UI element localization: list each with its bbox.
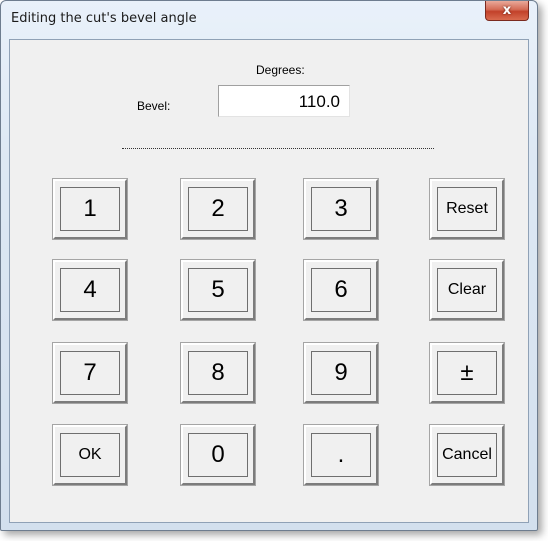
separator xyxy=(122,148,434,149)
ok-button[interactable]: OK xyxy=(52,424,128,486)
key-6-label: 6 xyxy=(311,268,371,312)
plus-minus-label: ± xyxy=(437,351,497,395)
key-1-label: 1 xyxy=(60,187,120,231)
key-7-label: 7 xyxy=(60,351,120,395)
clear-label: Clear xyxy=(437,268,497,312)
key-8-button[interactable]: 8 xyxy=(180,342,256,404)
dialog-window: Editing the cut's bevel angle x Degrees:… xyxy=(0,0,538,531)
key-3-label: 3 xyxy=(311,187,371,231)
key-8-label: 8 xyxy=(188,351,248,395)
cancel-button[interactable]: Cancel xyxy=(429,424,505,486)
key-2-button[interactable]: 2 xyxy=(180,178,256,240)
key-7-button[interactable]: 7 xyxy=(52,342,128,404)
key-0-button[interactable]: 0 xyxy=(180,424,256,486)
unit-label: Degrees: xyxy=(256,63,305,77)
cancel-label: Cancel xyxy=(437,433,497,477)
key-3-button[interactable]: 3 xyxy=(303,178,379,240)
key-9-button[interactable]: 9 xyxy=(303,342,379,404)
bevel-value-field[interactable]: 110.0 xyxy=(218,85,350,117)
key-6-button[interactable]: 6 xyxy=(303,259,379,321)
key-4-button[interactable]: 4 xyxy=(52,259,128,321)
key-4-label: 4 xyxy=(60,268,120,312)
plus-minus-button[interactable]: ± xyxy=(429,342,505,404)
window-title: Editing the cut's bevel angle xyxy=(11,11,197,26)
key-0-label: 0 xyxy=(188,433,248,477)
decimal-point-label: . xyxy=(311,433,371,477)
dialog-client-area: Degrees: Bevel: 110.0 1 2 3 Reset 4 5 6 … xyxy=(9,39,529,523)
key-5-label: 5 xyxy=(188,268,248,312)
key-5-button[interactable]: 5 xyxy=(180,259,256,321)
bevel-label: Bevel: xyxy=(137,99,171,113)
close-button[interactable]: x xyxy=(485,1,529,21)
title-bar[interactable]: Editing the cut's bevel angle x xyxy=(1,1,537,39)
close-icon: x xyxy=(502,3,512,18)
key-1-button[interactable]: 1 xyxy=(52,178,128,240)
reset-label: Reset xyxy=(437,187,497,231)
reset-button[interactable]: Reset xyxy=(429,178,505,240)
decimal-point-button[interactable]: . xyxy=(303,424,379,486)
key-2-label: 2 xyxy=(188,187,248,231)
key-9-label: 9 xyxy=(311,351,371,395)
ok-label: OK xyxy=(60,433,120,477)
clear-button[interactable]: Clear xyxy=(429,259,505,321)
